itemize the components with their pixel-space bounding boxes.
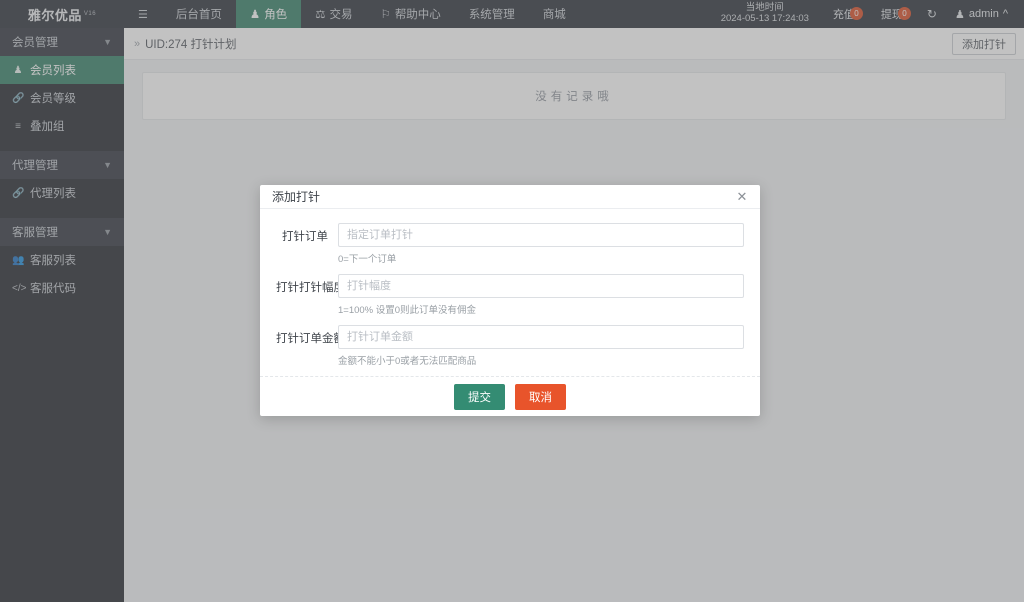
amplitude-input[interactable] — [338, 274, 744, 298]
modal-header: 添加打针 ✕ — [260, 185, 760, 209]
order-field-hint: 0=下一个订单 — [338, 251, 744, 265]
order-field-control: 0=下一个订单 — [338, 223, 744, 265]
modal-footer: 提交 取消 — [260, 376, 760, 416]
modal-title: 添加打针 — [272, 188, 320, 205]
order-field-label: 打针订单 — [276, 223, 338, 244]
amplitude-field-hint: 1=100% 设置0则此订单没有佣金 — [338, 302, 744, 316]
order-input[interactable] — [338, 223, 744, 247]
modal-body: 打针订单 0=下一个订单 打针打针幅度 1=100% 设置0则此订单没有佣金 打… — [260, 209, 760, 376]
submit-button[interactable]: 提交 — [454, 384, 505, 410]
close-icon[interactable]: ✕ — [734, 189, 750, 205]
form-row-amount: 打针订单金额 金额不能小于0或者无法匹配商品 — [276, 325, 744, 367]
cancel-button[interactable]: 取消 — [515, 384, 566, 410]
amount-field-control: 金额不能小于0或者无法匹配商品 — [338, 325, 744, 367]
form-row-amplitude: 打针打针幅度 1=100% 设置0则此订单没有佣金 — [276, 274, 744, 316]
amount-field-label: 打针订单金额 — [276, 325, 338, 346]
add-injection-modal: 添加打针 ✕ 打针订单 0=下一个订单 打针打针幅度 1=100% 设置0则此订… — [260, 185, 760, 416]
form-row-order: 打针订单 0=下一个订单 — [276, 223, 744, 265]
amount-input[interactable] — [338, 325, 744, 349]
amplitude-field-control: 1=100% 设置0则此订单没有佣金 — [338, 274, 744, 316]
amplitude-field-label: 打针打针幅度 — [276, 274, 338, 295]
amount-field-hint: 金额不能小于0或者无法匹配商品 — [338, 353, 744, 367]
